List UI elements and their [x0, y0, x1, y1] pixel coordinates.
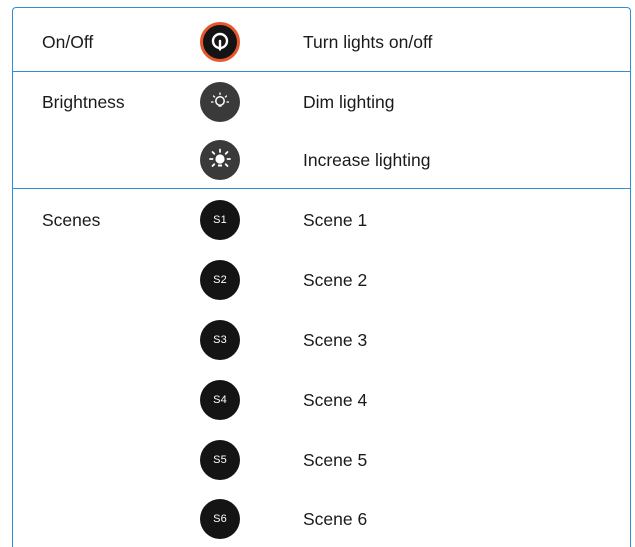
- scene-2-button[interactable]: S2: [200, 260, 240, 300]
- bright-sun-icon: [209, 148, 231, 167]
- scene-3-description: Scene 3: [303, 330, 368, 350]
- row-divider: [13, 188, 630, 189]
- scene-5-description: Scene 5: [303, 450, 368, 470]
- scene-6-description: Scene 6: [303, 509, 368, 529]
- scene-5-button-label: S5: [213, 454, 227, 466]
- controls-table: On/Off Turn lights on/off Brightness Dim…: [12, 7, 631, 547]
- scene-5-button[interactable]: S5: [200, 440, 240, 480]
- dim-button[interactable]: [200, 82, 240, 122]
- scene-1-description: Scene 1: [303, 210, 368, 230]
- increase-button[interactable]: [200, 140, 240, 180]
- onoff-description: Turn lights on/off: [303, 32, 433, 52]
- scene-1-button-label: S1: [213, 214, 227, 226]
- scene-4-button[interactable]: S4: [200, 380, 240, 420]
- increase-description: Increase lighting: [303, 150, 431, 170]
- scenes-label: Scenes: [42, 210, 101, 230]
- onoff-button[interactable]: [200, 22, 240, 62]
- dim-description: Dim lighting: [303, 92, 395, 112]
- brightness-label: Brightness: [42, 92, 125, 112]
- power-bulb-icon: [211, 32, 229, 51]
- scene-4-description: Scene 4: [303, 390, 368, 410]
- row-divider: [13, 71, 630, 72]
- scene-6-button[interactable]: S6: [200, 499, 240, 539]
- scene-3-button-label: S3: [213, 334, 227, 346]
- scene-2-button-label: S2: [213, 274, 227, 286]
- scene-3-button[interactable]: S3: [200, 320, 240, 360]
- dim-bulb-icon: [210, 92, 230, 107]
- onoff-label: On/Off: [42, 32, 94, 52]
- scene-1-button[interactable]: S1: [200, 200, 240, 240]
- scene-2-description: Scene 2: [303, 270, 368, 290]
- scene-6-button-label: S6: [213, 513, 227, 525]
- scene-4-button-label: S4: [213, 394, 227, 406]
